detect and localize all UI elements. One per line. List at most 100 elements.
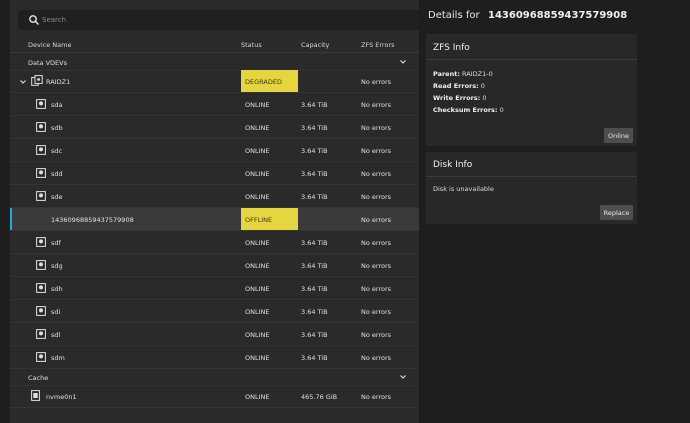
disk-row-sdi[interactable]: sdi ONLINE 3.64 TiB No errors — [10, 300, 419, 323]
group-data-vdevs[interactable]: Data VDEVs — [10, 54, 419, 71]
disk-icon — [36, 329, 46, 339]
status: ONLINE — [245, 285, 270, 293]
group-label: Cache — [28, 374, 49, 382]
status: ONLINE — [245, 354, 270, 362]
chevron-down-icon[interactable] — [19, 78, 27, 86]
zfs-errors: No errors — [361, 308, 392, 316]
header-device-name: Device Name — [28, 41, 72, 49]
read-errors-label: Read Errors: — [433, 82, 479, 90]
zfs-errors: No errors — [361, 331, 392, 339]
chevron-down-icon[interactable] — [399, 58, 407, 66]
device-name: sdi — [51, 308, 61, 316]
device-name: sdl — [51, 331, 61, 339]
header-capacity: Capacity — [301, 41, 330, 49]
replace-button[interactable]: Replace — [600, 205, 633, 220]
cache-row-nvme0n1[interactable]: nvme0n1 ONLINE 465.76 GiB No errors — [10, 385, 419, 408]
status: ONLINE — [245, 101, 270, 109]
device-name: sde — [51, 193, 63, 201]
vdev-row-raidz1[interactable]: RAIDZ1 DEGRADED No errors — [10, 70, 419, 93]
zfs-errors: No errors — [361, 147, 392, 155]
capacity: 465.76 GiB — [301, 393, 338, 401]
disk-row-sdf[interactable]: sdf ONLINE 3.64 TiB No errors — [10, 231, 419, 254]
status: ONLINE — [245, 331, 270, 339]
status: ONLINE — [245, 239, 270, 247]
write-errors-line: Write Errors: 0 — [433, 94, 486, 102]
search-icon — [29, 15, 39, 25]
divider — [426, 176, 637, 177]
capacity: 3.64 TiB — [301, 124, 328, 132]
disk-row-sdm[interactable]: sdm ONLINE 3.64 TiB No errors — [10, 346, 419, 369]
vdev-icon — [31, 75, 43, 86]
online-button[interactable]: Online — [604, 128, 633, 143]
zfs-info-card: ZFS Info Parent: RAIDZ1-0 Read Errors: 0… — [426, 34, 637, 146]
search-box[interactable] — [18, 10, 419, 30]
zfs-errors: No errors — [361, 170, 392, 178]
details-label: Details for — [428, 10, 480, 21]
status-badge: OFFLINE — [241, 208, 298, 230]
disk-icon — [36, 260, 46, 270]
zfs-errors: No errors — [361, 101, 392, 109]
zfs-errors: No errors — [361, 239, 392, 247]
zfs-errors: No errors — [361, 262, 392, 270]
nvme-icon — [31, 390, 40, 401]
selection-indicator — [10, 208, 12, 230]
disk-icon — [36, 145, 46, 155]
capacity: 3.64 TiB — [301, 262, 328, 270]
capacity: 3.64 TiB — [301, 239, 328, 247]
disk-row-sdg[interactable]: sdg ONLINE 3.64 TiB No errors — [10, 254, 419, 277]
zfs-errors: No errors — [361, 78, 392, 86]
zfs-errors: No errors — [361, 393, 392, 401]
disk-row-sdd[interactable]: sdd ONLINE 3.64 TiB No errors — [10, 162, 419, 185]
disk-icon — [36, 191, 46, 201]
disk-row-sde[interactable]: sde ONLINE 3.64 TiB No errors — [10, 185, 419, 208]
capacity: 3.64 TiB — [301, 193, 328, 201]
status: ONLINE — [245, 147, 270, 155]
zfs-errors: No errors — [361, 124, 392, 132]
capacity: 3.64 TiB — [301, 331, 328, 339]
disk-icon — [36, 306, 46, 316]
disk-icon — [36, 122, 46, 132]
device-name: RAIDZ1 — [46, 78, 71, 86]
status: ONLINE — [245, 262, 270, 270]
device-panel: Device Name Status Capacity ZFS Errors D… — [10, 0, 419, 423]
zfs-info-title: ZFS Info — [433, 43, 470, 53]
capacity: 3.64 TiB — [301, 147, 328, 155]
chevron-down-icon[interactable] — [399, 373, 407, 381]
disk-row-sdl[interactable]: sdl ONLINE 3.64 TiB No errors — [10, 323, 419, 346]
status: ONLINE — [245, 124, 270, 132]
disk-row-sdc[interactable]: sdc ONLINE 3.64 TiB No errors — [10, 139, 419, 162]
read-errors-line: Read Errors: 0 — [433, 82, 485, 90]
table-header: Device Name Status Capacity ZFS Errors — [10, 36, 419, 53]
device-name: sdb — [51, 124, 63, 132]
disk-row-sdh[interactable]: sdh ONLINE 3.64 TiB No errors — [10, 277, 419, 300]
search-input[interactable] — [42, 12, 402, 28]
group-cache[interactable]: Cache — [10, 369, 419, 386]
disk-row-sda[interactable]: sda ONLINE 3.64 TiB No errors — [10, 93, 419, 116]
capacity: 3.64 TiB — [301, 354, 328, 362]
disk-row-offline-selected[interactable]: 14360968859437579908 OFFLINE No errors — [10, 208, 419, 231]
device-name: sdc — [51, 147, 63, 155]
parent-value: RAIDZ1-0 — [462, 70, 493, 78]
disk-unavailable-message: Disk is unavailable — [433, 185, 494, 193]
read-errors-value: 0 — [480, 82, 485, 90]
divider — [426, 59, 637, 60]
zfs-errors: No errors — [361, 285, 392, 293]
zfs-errors: No errors — [361, 354, 392, 362]
zfs-errors: No errors — [361, 216, 392, 224]
capacity: 3.64 TiB — [301, 170, 328, 178]
device-name: sda — [51, 101, 63, 109]
checksum-errors-line: Checksum Errors: 0 — [433, 106, 504, 114]
parent-label: Parent: — [433, 70, 460, 78]
device-name: 14360968859437579908 — [51, 216, 134, 224]
device-name: sdf — [51, 239, 61, 247]
capacity: 3.64 TiB — [301, 101, 328, 109]
checksum-errors-value: 0 — [499, 106, 504, 114]
status: ONLINE — [245, 193, 270, 201]
disk-icon — [36, 352, 46, 362]
disk-icon — [36, 99, 46, 109]
status: ONLINE — [245, 170, 270, 178]
write-errors-label: Write Errors: — [433, 94, 481, 102]
device-name: sdd — [51, 170, 63, 178]
disk-row-sdb[interactable]: sdb ONLINE 3.64 TiB No errors — [10, 116, 419, 139]
capacity: 3.64 TiB — [301, 308, 328, 316]
